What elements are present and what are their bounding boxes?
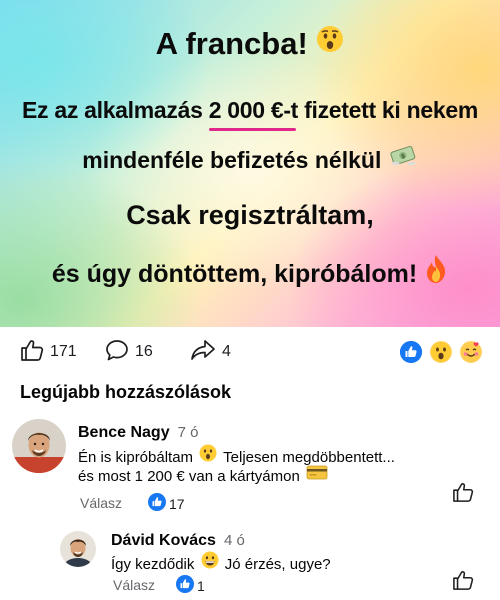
share-icon <box>190 339 216 366</box>
thumbs-up-icon <box>452 571 474 594</box>
reply-like-count[interactable]: 1 <box>176 575 205 596</box>
comment-text-line2: és most 1 200 € van a kártyámon <box>78 464 330 488</box>
wow-reaction-icon <box>428 339 454 365</box>
banner-headline-text: A francba! <box>155 26 308 61</box>
money-with-wings-emoji-icon: $ <box>388 143 418 175</box>
like-post-button[interactable]: 171 <box>20 339 77 366</box>
avatar[interactable] <box>60 531 96 567</box>
credit-card-emoji-icon <box>306 464 328 486</box>
like-reaction-icon <box>398 339 424 365</box>
like-reaction-icon <box>148 493 166 514</box>
reply-author-name-text: Dávid Kovács <box>111 532 216 549</box>
banner-line-payout: Ez az alkalmazás 2 000 €-t fizetett ki n… <box>0 97 500 131</box>
share-post-button[interactable]: 4 <box>190 339 231 366</box>
banner-line-no-deposit: mindenféle befizetés nélkül $ <box>0 143 500 178</box>
reply-text-part: Így kezdődik <box>111 555 195 573</box>
thumbs-up-icon <box>452 483 474 506</box>
reply-like-number: 1 <box>197 577 205 594</box>
reply-timestamp: 4 ó <box>223 532 245 549</box>
banner-line-payout-suffix: fizetett ki nekem <box>298 97 478 123</box>
fire-emoji-icon <box>424 254 448 291</box>
shocked-face-emoji-icon <box>199 444 217 468</box>
love-face-reaction-icon <box>458 339 484 365</box>
comment-text-part: és most 1 200 € van a kártyámon <box>78 467 300 485</box>
comment-like-button[interactable] <box>452 482 474 507</box>
banner-line-no-deposit-text: mindenféle befizetés nélkül <box>82 147 382 174</box>
comments-section-title: Legújabb hozzászólások <box>20 382 232 402</box>
comment-like-count[interactable]: 17 <box>148 493 185 514</box>
avatar[interactable] <box>12 419 66 473</box>
grinning-face-emoji-icon <box>201 551 219 575</box>
reply-text: Így kezdődik Jó érzés, ugye? <box>111 551 331 577</box>
banner-amount-highlight: 2 000 €-t <box>208 97 299 131</box>
banner-headline: A francba! <box>0 25 500 64</box>
thumbs-up-icon <box>20 339 44 366</box>
like-reaction-icon <box>176 575 194 596</box>
reply-button[interactable]: Válasz <box>80 495 122 511</box>
banner-line-registered: Csak regisztráltam, <box>0 200 500 231</box>
reply-like-button[interactable] <box>452 570 474 595</box>
promo-banner: A francba! Ez az alkalmazás 2 000 €-t fi… <box>0 0 500 327</box>
comment-icon <box>105 339 129 366</box>
reply-text-part: Jó érzés, ugye? <box>224 555 331 573</box>
comment-like-number: 17 <box>169 495 185 512</box>
comment-text-part: Én is kipróbáltam <box>78 448 194 466</box>
banner-line-decided: és úgy döntöttem, kipróbálom! <box>0 254 500 294</box>
reaction-bar: 171 16 4 <box>0 327 500 377</box>
banner-line-decided-text: és úgy döntöttem, kipróbálom! <box>51 260 418 289</box>
reply-author-name[interactable]: Dávid Kovács 4 ó <box>111 532 245 550</box>
comment-author-name-text: Bence Nagy <box>78 424 170 441</box>
share-count: 4 <box>222 343 231 360</box>
like-count: 171 <box>50 343 77 360</box>
reply-button[interactable]: Válasz <box>113 577 155 593</box>
comment-author-name[interactable]: Bence Nagy 7 ó <box>78 424 198 442</box>
reaction-summary[interactable] <box>398 339 484 365</box>
comment-timestamp: 7 ó <box>177 424 199 441</box>
comment-post-button[interactable]: 16 <box>105 339 153 366</box>
banner-line-payout-prefix: Ez az alkalmazás <box>22 97 209 123</box>
comment-count: 16 <box>135 343 153 360</box>
banner-line-registered-text: Csak regisztráltam, <box>126 200 374 230</box>
shocked-face-emoji-icon <box>316 25 344 61</box>
